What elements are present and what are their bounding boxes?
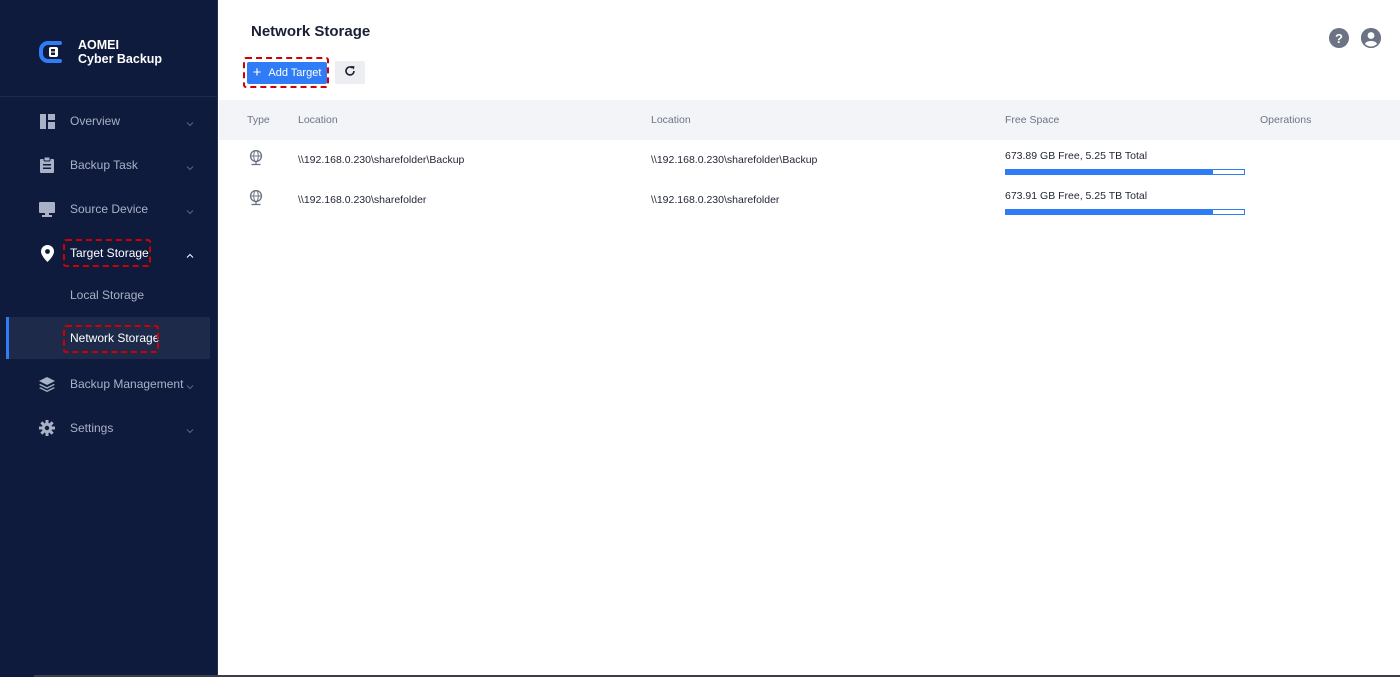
location-cell-2: \\192.168.0.230\sharefolder\Backup xyxy=(651,154,818,166)
sidebar-subitem-label: Network Storage xyxy=(70,331,160,345)
brand-line1: AOMEI xyxy=(78,38,119,52)
sidebar-item-label: Backup Task xyxy=(70,158,138,172)
brand-name: AOMEI Cyber Backup xyxy=(78,38,162,66)
network-globe-icon xyxy=(249,149,263,166)
gear-icon xyxy=(39,420,55,436)
top-right-icons: ? xyxy=(1329,28,1381,48)
table-row[interactable]: \\192.168.0.230\sharefolder \\192.168.0.… xyxy=(219,182,1400,222)
brand-line2: Cyber Backup xyxy=(78,52,163,66)
plus-icon: + xyxy=(252,64,262,81)
column-header-location: Location xyxy=(298,114,338,126)
chevron-down-icon xyxy=(186,205,194,215)
refresh-button[interactable] xyxy=(335,61,365,84)
dashboard-icon xyxy=(39,113,55,129)
chevron-down-icon xyxy=(186,424,194,434)
table-row[interactable]: \\192.168.0.230\sharefolder\Backup \\192… xyxy=(219,142,1400,182)
sidebar-item-backup-task[interactable]: Backup Task xyxy=(0,143,218,187)
column-header-location-2: Location xyxy=(651,114,691,126)
clipboard-icon xyxy=(39,157,55,173)
sidebar-divider xyxy=(0,96,218,97)
chevron-up-icon xyxy=(186,249,194,258)
sidebar-item-target-storage[interactable]: Target Storage xyxy=(0,231,218,275)
network-globe-icon xyxy=(249,189,263,206)
sidebar-subitem-local-storage[interactable]: Local Storage xyxy=(0,274,218,316)
chevron-down-icon xyxy=(186,117,194,127)
sidebar-item-settings[interactable]: Settings xyxy=(0,406,218,450)
sidebar: AOMEI Cyber Backup Overview Backup Task xyxy=(0,0,218,677)
monitor-icon xyxy=(39,201,55,217)
sidebar-item-label: Backup Management xyxy=(70,377,184,391)
page-title: Network Storage xyxy=(251,23,371,40)
add-target-label: Add Target xyxy=(268,67,322,79)
location-cell-2: \\192.168.0.230\sharefolder xyxy=(651,194,780,206)
brand: AOMEI Cyber Backup xyxy=(38,36,162,68)
column-header-free-space: Free Space xyxy=(1005,114,1060,126)
location-cell: \\192.168.0.230\sharefolder xyxy=(298,194,427,206)
free-space-text: 673.89 GB Free, 5.25 TB Total xyxy=(1005,150,1148,162)
main-panel: Network Storage ? + Add Target Type Loca… xyxy=(219,0,1400,677)
aomei-logo-icon xyxy=(38,38,66,66)
column-header-type: Type xyxy=(247,114,270,126)
layers-icon xyxy=(39,376,55,392)
sidebar-item-label: Overview xyxy=(70,114,121,128)
sidebar-subitem-network-storage[interactable]: Network Storage xyxy=(6,317,210,359)
location-pin-icon xyxy=(39,244,55,262)
table-header: Type Location Location Free Space Operat… xyxy=(219,100,1400,140)
storage-usage-bar xyxy=(1005,209,1245,215)
sidebar-item-backup-management[interactable]: Backup Management xyxy=(0,362,218,406)
sidebar-subitem-label: Local Storage xyxy=(70,288,145,302)
storage-usage-fill xyxy=(1006,210,1214,214)
location-cell: \\192.168.0.230\sharefolder\Backup xyxy=(298,154,465,166)
user-account-icon[interactable] xyxy=(1361,28,1381,48)
app-window: AOMEI Cyber Backup Overview Backup Task xyxy=(0,0,1400,677)
sidebar-item-source-device[interactable]: Source Device xyxy=(0,187,218,231)
storage-usage-fill xyxy=(1006,170,1214,174)
refresh-icon xyxy=(344,64,356,82)
sidebar-item-label: Source Device xyxy=(70,202,149,216)
sidebar-item-label: Settings xyxy=(70,421,114,435)
free-space-text: 673.91 GB Free, 5.25 TB Total xyxy=(1005,190,1148,202)
sidebar-item-overview[interactable]: Overview xyxy=(0,99,218,143)
storage-usage-bar xyxy=(1005,169,1245,175)
sidebar-item-label: Target Storage xyxy=(70,246,149,260)
add-target-button[interactable]: + Add Target xyxy=(247,62,327,84)
column-header-operations: Operations xyxy=(1260,114,1312,126)
chevron-down-icon xyxy=(186,380,194,390)
help-icon[interactable]: ? xyxy=(1329,28,1349,48)
chevron-down-icon xyxy=(186,161,194,171)
